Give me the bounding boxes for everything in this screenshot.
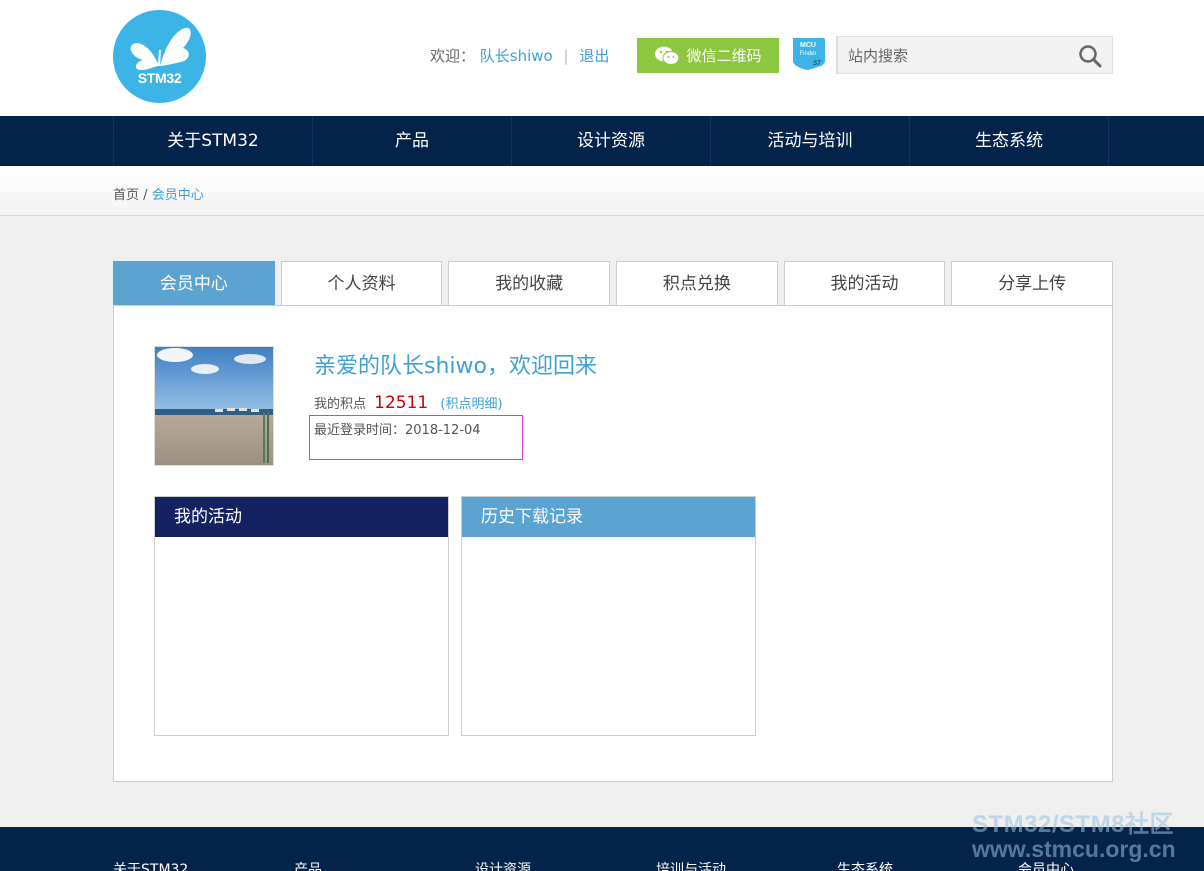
- my-activities-box: 我的活动: [154, 496, 449, 736]
- site-footer: 关于STM32 产品 设计资源 培训与活动 生态系统 会员中心: [0, 827, 1204, 871]
- breadcrumb-home[interactable]: 首页: [113, 188, 139, 203]
- username-link[interactable]: 队长shiwo: [480, 47, 553, 65]
- nav-item-products[interactable]: 产品: [313, 116, 512, 166]
- nav-item-events-training[interactable]: 活动与培训: [711, 116, 910, 166]
- footer-link-member-center[interactable]: 会员中心: [1018, 859, 1074, 871]
- wechat-icon: [655, 46, 680, 65]
- tab-points-exchange[interactable]: 积点兑换: [616, 261, 778, 306]
- logo-text: STM32: [137, 70, 182, 86]
- points-detail-link[interactable]: 积点明细: [445, 397, 497, 412]
- search-icon[interactable]: [1078, 44, 1102, 68]
- footer-link-training-events[interactable]: 培训与活动: [656, 859, 726, 871]
- site-search: [836, 36, 1113, 74]
- welcome-bar: 欢迎： 队长shiwo | 退出: [430, 45, 609, 66]
- tab-share-upload[interactable]: 分享上传: [951, 261, 1114, 306]
- breadcrumb-current[interactable]: 会员中心: [152, 188, 204, 203]
- nav-item-design-resources[interactable]: 设计资源: [512, 116, 711, 166]
- member-tabs: 会员中心 个人资料 我的收藏 积点兑换 我的活动 分享上传: [113, 261, 1114, 306]
- my-activities-title: 我的活动: [155, 497, 448, 537]
- welcome-separator: |: [563, 47, 569, 65]
- points-label: 我的积点: [314, 397, 367, 412]
- wechat-qr-button[interactable]: 微信二维码: [637, 38, 779, 73]
- site-header: STM32 欢迎： 队长shiwo | 退出 微信二维码 MCU Finder …: [0, 0, 1204, 116]
- tab-member-center[interactable]: 会员中心: [113, 261, 275, 306]
- last-login: 最近登录时间：2018-12-04: [314, 419, 481, 438]
- member-panel: 亲爱的队长shiwo，欢迎回来 我的积点 12511 (积点明细) 最近登录时间…: [113, 305, 1113, 782]
- footer-link-ecosystem[interactable]: 生态系统: [837, 859, 893, 871]
- welcome-greeting: 亲爱的队长shiwo，欢迎回来: [314, 354, 597, 379]
- nav-item-about[interactable]: 关于STM32: [114, 116, 313, 166]
- nav-item-ecosystem[interactable]: 生态系统: [910, 116, 1109, 166]
- tab-favorites[interactable]: 我的收藏: [448, 261, 611, 306]
- svg-text:Finder: Finder: [799, 51, 816, 57]
- stm32-logo[interactable]: STM32: [113, 10, 206, 103]
- footer-link-products[interactable]: 产品: [294, 859, 322, 871]
- points-value: 12511: [374, 393, 429, 413]
- last-login-label: 最近登录时间：: [314, 423, 406, 438]
- wechat-qr-label: 微信二维码: [686, 47, 762, 65]
- download-history-title: 历史下载记录: [462, 497, 755, 537]
- footer-link-design-resources[interactable]: 设计资源: [475, 859, 531, 871]
- breadcrumb-band: 首页 / 会员中心: [0, 166, 1204, 216]
- main-nav: 关于STM32 产品 设计资源 活动与培训 生态系统: [0, 116, 1204, 166]
- points-detail-close: ): [497, 397, 503, 412]
- search-input[interactable]: [848, 45, 1068, 67]
- logout-link[interactable]: 退出: [579, 47, 609, 65]
- mcu-finder-icon[interactable]: MCU Finder ST: [790, 36, 826, 72]
- breadcrumb-separator: /: [143, 188, 148, 203]
- welcome-label: 欢迎：: [430, 47, 476, 65]
- butterfly-icon: [130, 27, 191, 70]
- avatar[interactable]: [154, 346, 274, 466]
- svg-text:MCU: MCU: [800, 42, 816, 49]
- last-login-value: 2018-12-04: [405, 423, 481, 438]
- footer-link-about[interactable]: 关于STM32: [113, 859, 188, 871]
- tab-profile[interactable]: 个人资料: [280, 261, 443, 306]
- points-line: 我的积点 12511 (积点明细): [314, 393, 503, 413]
- download-history-box: 历史下载记录: [461, 496, 756, 736]
- svg-text:ST: ST: [813, 61, 822, 67]
- breadcrumb: 首页 / 会员中心: [113, 184, 204, 203]
- tab-my-activities[interactable]: 我的活动: [783, 261, 946, 306]
